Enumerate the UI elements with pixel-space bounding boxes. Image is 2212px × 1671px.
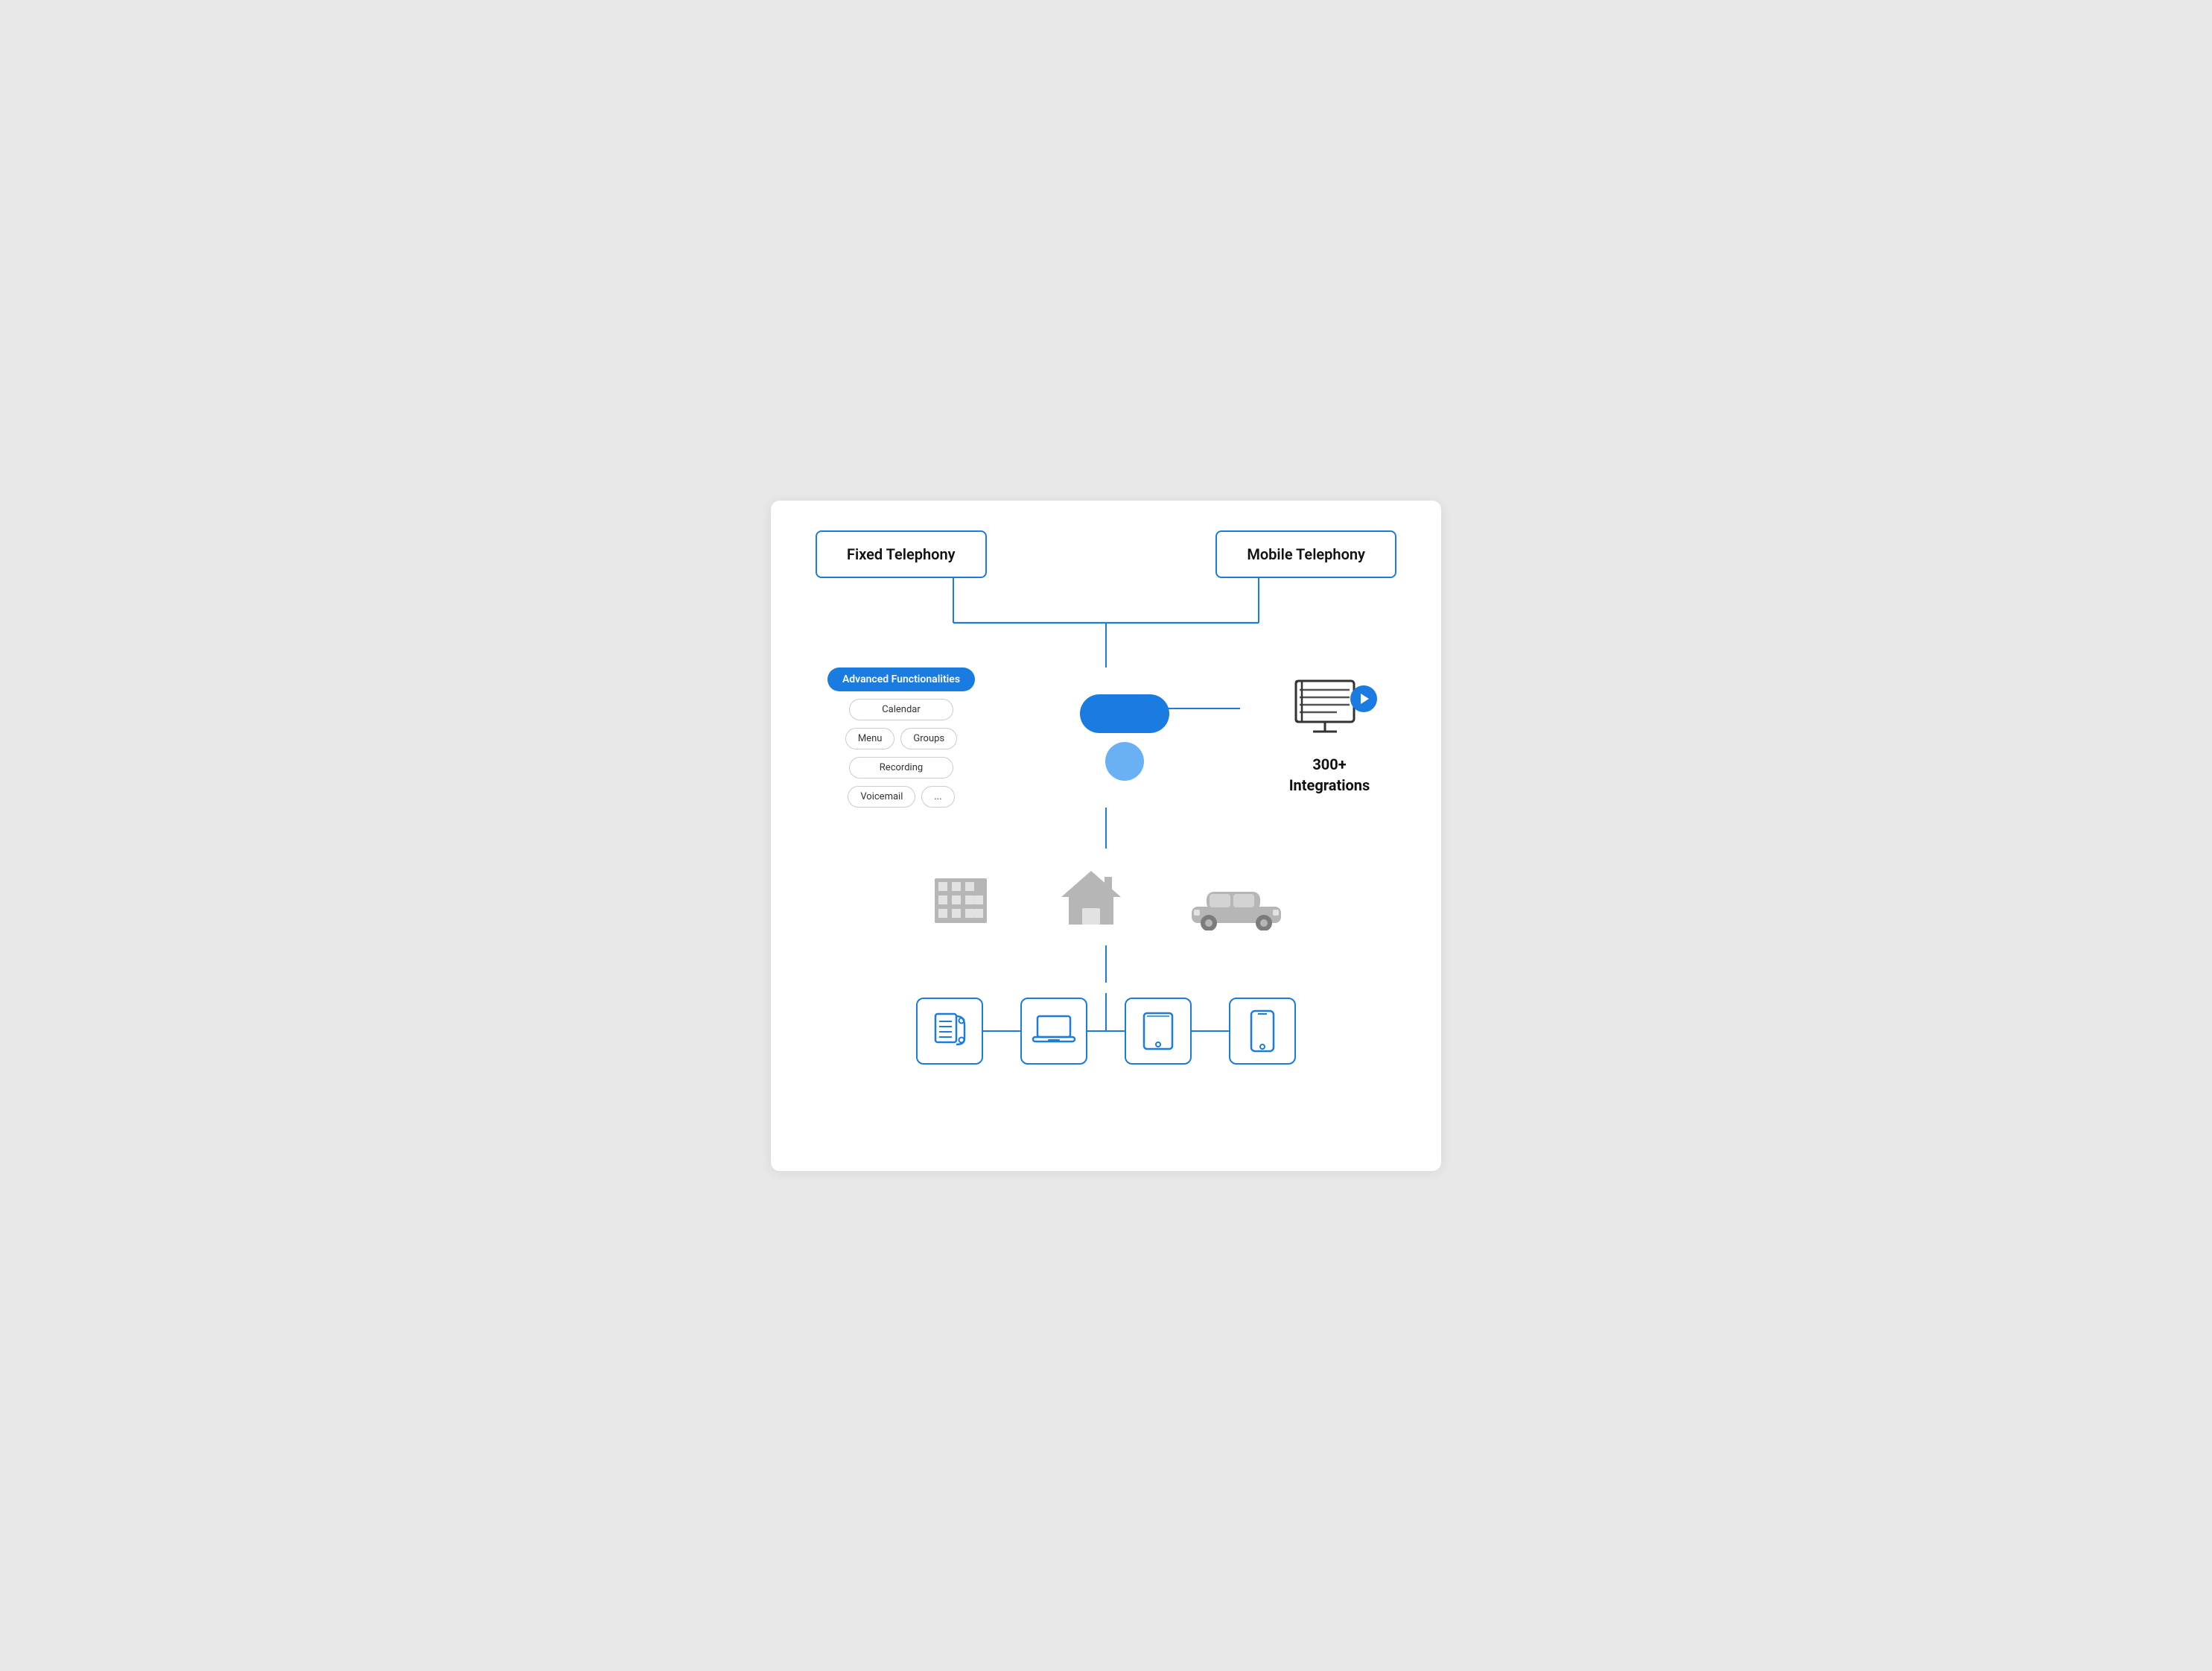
top-connector-area xyxy=(816,578,1396,668)
node-capsule xyxy=(1080,694,1169,733)
mobile-telephony-label: Mobile Telephony xyxy=(1247,545,1365,563)
device-connector-1 xyxy=(983,1030,1020,1032)
play-button-icon[interactable] xyxy=(1350,685,1377,712)
desk-phone-device-box xyxy=(916,998,983,1065)
center-device-connector xyxy=(1087,1030,1125,1032)
center-node xyxy=(1080,694,1169,781)
pill-menu: Menu xyxy=(845,728,895,749)
mobile-device-box xyxy=(1229,998,1296,1065)
pill-calendar: Calendar xyxy=(849,699,953,720)
fixed-telephony-box: Fixed Telephony xyxy=(816,530,987,578)
desk-phone-icon xyxy=(929,1010,970,1051)
device-connector-2 xyxy=(1087,1030,1125,1032)
middle-section: Advanced Functionalities Calendar Menu G… xyxy=(816,668,1396,808)
tablet-icon xyxy=(1140,1010,1177,1051)
home-location-icon xyxy=(1054,863,1128,930)
advanced-func-badge: Advanced Functionalities xyxy=(827,668,975,691)
locations-down-connector xyxy=(1105,945,1107,983)
home-svg xyxy=(1054,863,1128,930)
top-boxes: Fixed Telephony Mobile Telephony xyxy=(816,530,1396,578)
node-circle xyxy=(1105,742,1144,781)
t-junction-line xyxy=(1105,993,1107,1030)
device-connector-3 xyxy=(1192,1030,1229,1032)
advanced-functionalities-panel: Advanced Functionalities Calendar Menu G… xyxy=(816,668,987,808)
monitor-wrapper xyxy=(1292,679,1367,742)
mobile-telephony-box: Mobile Telephony xyxy=(1215,530,1396,578)
pill-row-menu-groups: Menu Groups xyxy=(845,728,957,749)
locations-row xyxy=(927,863,1285,930)
h-connector-right xyxy=(1166,708,1240,709)
pill-row-voicemail-more: Voicemail ... xyxy=(848,786,954,808)
car-location-icon xyxy=(1188,878,1285,930)
diagram-container: Fixed Telephony Mobile Telephony Advance… xyxy=(771,501,1441,1171)
building-svg xyxy=(927,863,994,930)
mobile-icon xyxy=(1248,1009,1277,1053)
building-location-icon xyxy=(927,863,994,930)
fixed-telephony-label: Fixed Telephony xyxy=(847,545,956,563)
integrations-panel: 300+ Integrations xyxy=(1262,679,1396,796)
devices-row xyxy=(916,998,1296,1065)
pill-row-recording: Recording xyxy=(849,757,953,779)
pill-row-calendar: Calendar xyxy=(849,699,953,720)
pill-groups: Groups xyxy=(900,728,957,749)
pill-more: ... xyxy=(921,786,954,808)
locations-section xyxy=(816,849,1396,1065)
integrations-text: 300+ Integrations xyxy=(1289,754,1370,796)
top-connector-svg xyxy=(816,578,1396,668)
center-down-connector xyxy=(1105,808,1107,849)
pill-recording: Recording xyxy=(849,757,953,779)
car-svg xyxy=(1188,878,1285,930)
laptop-icon xyxy=(1032,1012,1076,1050)
tablet-device-box xyxy=(1125,998,1192,1065)
pill-voicemail: Voicemail xyxy=(848,786,915,808)
laptop-device-box xyxy=(1020,998,1087,1065)
